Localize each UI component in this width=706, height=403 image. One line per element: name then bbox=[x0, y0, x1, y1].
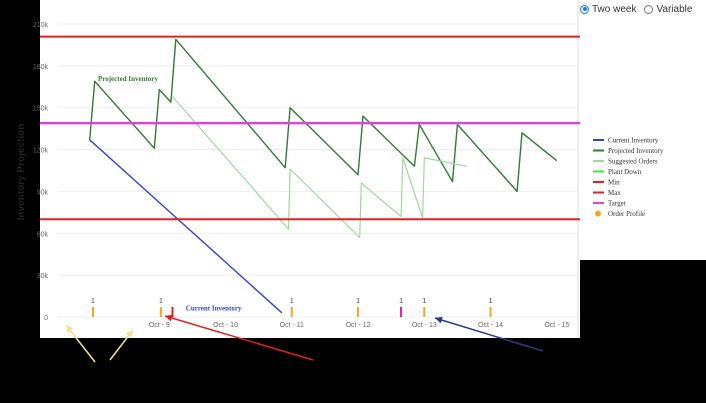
legend-item-current-inventory: Current Inventory bbox=[608, 137, 659, 145]
x-tick-label: Oct - 12 bbox=[346, 322, 371, 329]
variable-label: Variable bbox=[656, 3, 693, 15]
order-marker-label: 1 bbox=[91, 298, 95, 305]
y-tick-label: 180k bbox=[33, 64, 49, 71]
two-week-radio[interactable] bbox=[580, 4, 589, 14]
y-tick-label: 30k bbox=[37, 273, 49, 280]
y-tick-label: 150k bbox=[33, 106, 49, 113]
inventory-chart: 0 30k 60k 90k 120k 150k 180k 210k Inventory Pro… bbox=[0, 0, 706, 403]
variable-radio[interactable] bbox=[644, 4, 654, 14]
two-week-option[interactable]: Two week bbox=[580, 4, 636, 15]
x-tick-label: Oct - 15 bbox=[544, 322, 569, 329]
legend-item-min: Min bbox=[608, 179, 620, 187]
two-week-label: Two week bbox=[592, 3, 637, 15]
y-tick-label: 0 bbox=[44, 315, 48, 322]
order-marker-label: 1 bbox=[159, 298, 163, 305]
legend-item-target: Target bbox=[608, 200, 626, 208]
order-marker-label: 1 bbox=[489, 298, 493, 305]
x-tick-label: Oct - 10 bbox=[213, 322, 238, 329]
y-tick-label: 210k bbox=[33, 22, 49, 29]
y-axis-label: Inventory Projection bbox=[16, 124, 27, 221]
order-marker-label: 1 bbox=[399, 298, 403, 305]
plot-background bbox=[40, 0, 580, 338]
annotation-projected-inventory: Projected Inventory bbox=[98, 75, 158, 83]
x-tick-label: Oct - 13 bbox=[412, 322, 437, 329]
legend-item-order-profile: Order Profile bbox=[608, 210, 645, 218]
legend-swatch bbox=[595, 210, 601, 217]
legend-item-plant-down: Plant Down bbox=[608, 168, 642, 176]
x-tick-label: Oct - 9 bbox=[149, 322, 170, 329]
y-tick-label: 120k bbox=[33, 148, 49, 155]
projection-mode-controls: Two week Variable bbox=[580, 0, 706, 18]
y-tick-label: 60k bbox=[37, 231, 49, 238]
variable-option[interactable]: Variable bbox=[644, 4, 692, 15]
order-marker-label: 1 bbox=[290, 298, 294, 305]
order-marker-label: 1 bbox=[422, 298, 426, 305]
y-tick-label: 90k bbox=[37, 189, 49, 196]
legend-item-suggested-orders: Suggested Orders bbox=[608, 158, 658, 166]
x-tick-label: Oct - 11 bbox=[280, 322, 304, 329]
x-tick-label: Oct - 14 bbox=[478, 322, 503, 329]
legend-item-max: Max bbox=[608, 189, 621, 197]
order-marker-label: 1 bbox=[356, 298, 360, 305]
annotation-current-inventory: Current Inventory bbox=[186, 305, 242, 313]
legend-background bbox=[580, 0, 706, 260]
legend-item-projected-inventory: Projected Inventory bbox=[608, 147, 664, 155]
